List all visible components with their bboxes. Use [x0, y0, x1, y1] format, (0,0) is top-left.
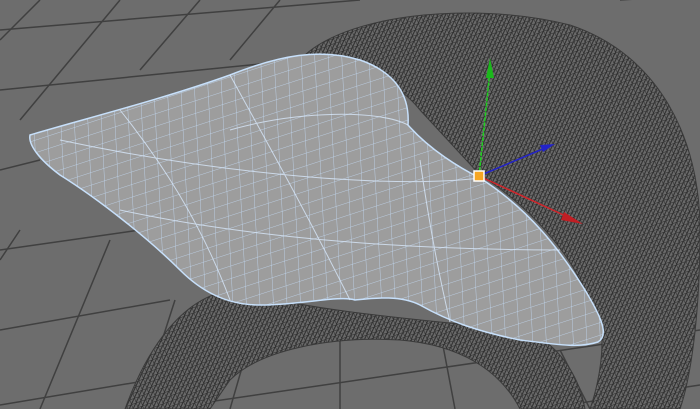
- pivot-handle[interactable]: [473, 170, 485, 182]
- viewport-canvas[interactable]: [0, 0, 700, 409]
- 3d-viewport[interactable]: [0, 0, 700, 409]
